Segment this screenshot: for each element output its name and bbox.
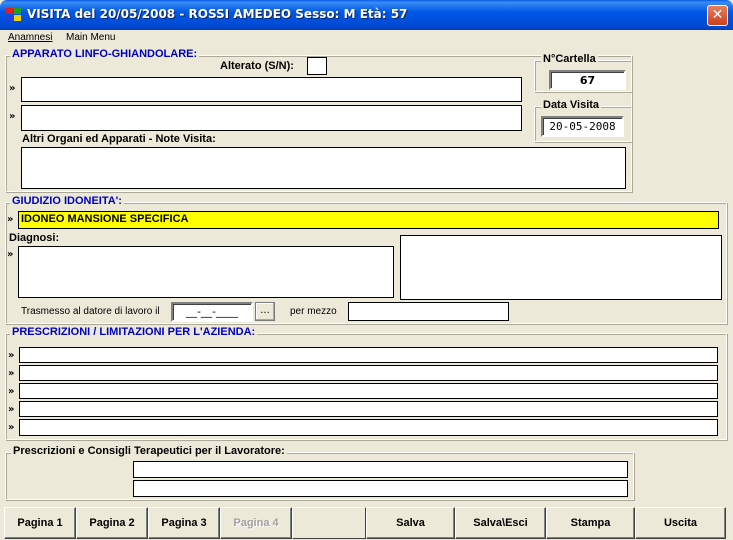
prescrizione-row-4[interactable] — [19, 401, 718, 417]
window-title: VISITA del 20/05/2008 - ROSSI AMEDEO Ses… — [27, 7, 408, 21]
giudizio-title: GIUDIZIO IDONEITA': — [10, 195, 124, 207]
prescrizione-row-3[interactable] — [19, 383, 718, 399]
apparato-line2-field[interactable] — [21, 105, 522, 131]
salva-button[interactable]: Salva — [366, 507, 455, 539]
note-label: Altri Organi ed Apparati - Note Visita: — [22, 133, 216, 145]
note-field[interactable] — [21, 147, 626, 189]
pagina-1-button[interactable]: Pagina 1 — [4, 507, 76, 539]
menu-anamnesi-label: Anamnesi — [8, 32, 53, 43]
stampa-button[interactable]: Stampa — [546, 507, 635, 539]
trasmesso-label: Trasmesso al datore di lavoro il — [21, 306, 160, 317]
menu-bar: Anamnesi Main Menu — [0, 30, 733, 46]
close-icon[interactable]: ✕ — [707, 5, 728, 26]
consigli-row-2[interactable] — [133, 480, 628, 497]
pagina-3-button[interactable]: Pagina 3 — [148, 507, 220, 539]
alterato-field[interactable] — [307, 57, 327, 75]
button-bar-spacer — [292, 507, 366, 539]
giudizio-field[interactable]: IDONEO MANSIONE SPECIFICA — [18, 211, 719, 229]
button-bar: Pagina 1 Pagina 2 Pagina 3 Pagina 4 Salv… — [0, 505, 733, 540]
alterato-label: Alterato (S/N): — [220, 60, 294, 72]
cartella-value: 67 — [579, 74, 596, 87]
prescrizione-row-2[interactable] — [19, 365, 718, 381]
cartella-field[interactable]: 67 — [549, 70, 626, 90]
cartella-title: N°Cartella — [541, 53, 598, 65]
salva-esci-button[interactable]: Salva\Esci — [455, 507, 546, 539]
pagina-2-button[interactable]: Pagina 2 — [76, 507, 148, 539]
diagnosi-field[interactable] — [18, 246, 394, 298]
date-picker-button[interactable]: ... — [255, 302, 275, 321]
apparato-title: APPARATO LINFO-GHIANDOLARE: — [10, 48, 200, 60]
prescrizioni-title: PRESCRIZIONI / LIMITAZIONI PER L'AZIENDA… — [10, 326, 258, 338]
apparato-line1-field[interactable] — [21, 77, 522, 102]
trasmesso-date-value: __-__-____ — [186, 305, 238, 318]
chevron-icon: » — [7, 249, 14, 260]
chevron-icon: » — [9, 111, 16, 122]
per-mezzo-field[interactable] — [348, 302, 509, 321]
pagina-4-button[interactable]: Pagina 4 — [220, 507, 292, 539]
data-visita-field[interactable]: 20-05-2008 — [541, 116, 624, 137]
data-visita-value: 20-05-2008 — [549, 120, 616, 133]
giudizio-right-field[interactable] — [400, 235, 722, 300]
consigli-title: Prescrizioni e Consigli Terapeutici per … — [11, 445, 287, 457]
chevron-icon: » — [8, 422, 15, 433]
menu-main-menu-label: Main Menu — [66, 32, 116, 43]
consigli-row-1[interactable] — [133, 461, 628, 478]
chevron-icon: » — [8, 404, 15, 415]
chevron-icon: » — [8, 386, 15, 397]
menu-main-menu[interactable]: Main Menu — [66, 32, 115, 43]
chevron-icon: » — [7, 214, 14, 225]
chevron-icon: » — [8, 350, 15, 361]
per-mezzo-label: per mezzo — [290, 306, 337, 317]
diagnosi-label: Diagnosi: — [9, 232, 60, 244]
menu-anamnesi[interactable]: Anamnesi — [8, 32, 52, 43]
trasmesso-date-field[interactable]: __-__-____ — [171, 302, 253, 322]
data-visita-title: Data Visita — [541, 99, 602, 111]
app-icon — [6, 8, 22, 22]
uscita-button[interactable]: Uscita — [635, 507, 726, 539]
chevron-icon: » — [9, 83, 16, 94]
prescrizione-row-5[interactable] — [19, 419, 718, 436]
prescrizione-row-1[interactable] — [19, 347, 718, 363]
chevron-icon: » — [8, 368, 15, 379]
title-bar[interactable]: VISITA del 20/05/2008 - ROSSI AMEDEO Ses… — [0, 0, 733, 30]
